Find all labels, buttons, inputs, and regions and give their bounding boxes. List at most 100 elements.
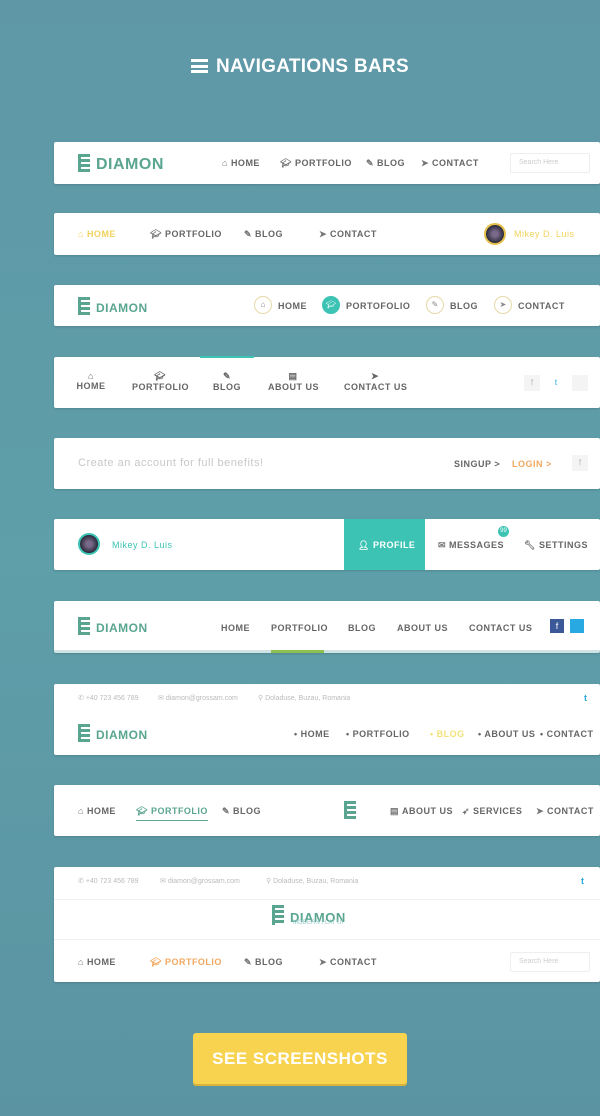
nav-home[interactable]: • HOME	[294, 729, 330, 739]
nav-portfolio[interactable]: PORTOFOLIO	[346, 301, 410, 311]
graduation-cap-icon: 🎓︎	[154, 371, 166, 381]
envelope-icon: ✉	[158, 695, 166, 702]
graduation-cap-icon: 🎓︎	[136, 806, 148, 816]
messages-badge: 99	[498, 526, 509, 537]
home-icon: ⌂	[78, 806, 84, 816]
tab-messages[interactable]: ✉ MESSAGES	[438, 540, 504, 551]
navbar-5: Create an account for full benefits! SIN…	[54, 438, 600, 489]
divider	[54, 899, 600, 900]
nav-contact[interactable]: CONTACT	[518, 301, 565, 311]
nav-about[interactable]: ▤ ABOUT US	[390, 806, 453, 817]
facebook-icon[interactable]: f	[572, 455, 588, 471]
nav-contact[interactable]: ➤ CONTACT	[319, 957, 377, 968]
nav-contact[interactable]: ➤ CONTACT	[319, 229, 377, 240]
nav-about[interactable]: ABOUT US	[397, 623, 448, 633]
logo-icon	[272, 905, 284, 925]
nav-contact[interactable]: ➤ CONTACT	[421, 158, 479, 169]
pencil-icon: ✎	[244, 957, 253, 967]
nav-portfolio[interactable]: PORTFOLIO	[271, 623, 328, 633]
facebook-icon[interactable]: f	[550, 619, 564, 633]
nav-blog[interactable]: ✎ BLOG	[244, 229, 283, 240]
page-title: NAVIGATIONS BARS	[0, 56, 600, 78]
navbar-4: ⌂ HOME 🎓︎ PORTFOLIO ✎ BLOG ▤ ABOUT US ➤ CONTA…	[54, 356, 600, 408]
search-input[interactable]: Search Here	[510, 153, 590, 173]
user-name[interactable]: Mikey D. Luis	[514, 229, 575, 239]
nav-blog[interactable]: ✎ BLOG	[366, 158, 405, 169]
active-indicator	[271, 650, 324, 653]
nav-portfolio[interactable]: 🎓︎ PORTFOLIO	[150, 229, 222, 240]
email[interactable]: ✉ diamon@grossam.com	[160, 877, 240, 885]
nav-portfolio[interactable]: • PORTFOLIO	[346, 729, 410, 739]
twitter-icon[interactable]	[570, 619, 584, 633]
navbar-10: ✆ +40 723 456 789 ✉ diamon@grossam.com ⚲…	[54, 867, 600, 982]
navbar-7: DIAMON HOME PORTFOLIO BLOG ABOUT US CONT…	[54, 601, 600, 653]
active-indicator	[200, 356, 254, 358]
email[interactable]: ✉ diamon@grossam.com	[158, 694, 238, 702]
signup-prompt: Create an account for full benefits!	[78, 457, 264, 469]
user-name[interactable]: Mikey D. Luis	[112, 540, 173, 550]
social-icon[interactable]	[572, 375, 588, 391]
twitter-icon[interactable]: t	[584, 693, 588, 703]
nav-contact[interactable]: • CONTACT	[540, 729, 593, 739]
graduation-cap-icon: 🎓︎	[322, 296, 340, 314]
nav-blog[interactable]: • BLOG	[430, 729, 465, 739]
nav-contact[interactable]: CONTACT US	[469, 623, 532, 633]
avatar[interactable]	[484, 223, 506, 245]
address: ⚲ Doladuse, Buzau, Romania	[258, 695, 351, 702]
logo-icon	[78, 154, 90, 172]
facebook-icon[interactable]: f	[524, 375, 540, 391]
navbar-8: ✆ +40 723 456 789 ✉ diamon@grossam.com ⚲…	[54, 684, 600, 755]
pencil-icon: ✎	[426, 296, 444, 314]
book-icon: ▤	[288, 371, 298, 381]
home-icon: ⌂	[78, 229, 84, 239]
tab-profile[interactable]: 👤︎ PROFILE	[344, 519, 425, 570]
phone-icon: ✆	[78, 878, 86, 885]
twitter-icon[interactable]: t	[548, 375, 564, 391]
logo: DIAMON	[78, 724, 148, 742]
nav-blog[interactable]: ✎ BLOG	[222, 806, 261, 817]
nav-blog[interactable]: BLOG	[450, 301, 478, 311]
phone: ✆ +40 723 456 789	[78, 878, 139, 885]
nav-blog[interactable]: ✎ BLOG	[212, 371, 242, 392]
nav-home[interactable]: ⌂ HOME	[78, 806, 116, 816]
pencil-icon: ✎	[244, 229, 253, 239]
nav-portfolio[interactable]: 🎓︎ PORTFOLIO	[280, 158, 352, 169]
nav-home[interactable]: ⌂ HOME	[76, 371, 106, 391]
nav-contact[interactable]: ➤ CONTACT US	[344, 371, 407, 392]
nav-contact[interactable]: ➤ CONTACT	[536, 806, 594, 817]
logo-icon	[78, 724, 90, 742]
user-icon: 👤︎	[358, 540, 370, 550]
nav-home[interactable]: ⌂ HOME	[78, 229, 116, 239]
logo: DIAMON	[78, 617, 148, 635]
logo-icon	[344, 801, 362, 821]
nav-blog[interactable]: BLOG	[348, 623, 376, 633]
nav-portfolio[interactable]: 🎓︎ PORTFOLIO	[150, 957, 222, 968]
nav-home[interactable]: HOME	[278, 301, 307, 311]
nav-home[interactable]: ⌂ HOME	[78, 957, 116, 967]
navbar-2: ⌂ HOME 🎓︎ PORTFOLIO ✎ BLOG ➤ CONTACT Mikey D…	[54, 213, 600, 255]
navbar-1: DIAMON ⌂ HOME 🎓︎ PORTFOLIO ✎ BLOG ➤ CONTACT …	[54, 142, 600, 184]
tab-settings[interactable]: 🔧︎ SETTINGS	[524, 540, 588, 551]
nav-portfolio[interactable]: 🎓︎ PORTFOLIO	[136, 806, 208, 821]
see-screenshots-button[interactable]: SEE SCREENSHOTS	[193, 1033, 407, 1084]
nav-about[interactable]: ▤ ABOUT US	[268, 371, 319, 392]
divider	[54, 939, 600, 940]
nav-home[interactable]: ⌂ HOME	[222, 158, 260, 168]
nav-about[interactable]: • ABOUT US	[478, 729, 535, 739]
avatar[interactable]	[78, 533, 100, 555]
signup-link[interactable]: SINGUP >	[454, 459, 500, 469]
nav-blog[interactable]: ✎ BLOG	[244, 957, 283, 968]
login-link[interactable]: LOGIN >	[512, 459, 552, 469]
paper-plane-icon: ➤	[370, 371, 380, 381]
nav-services[interactable]: ➶ SERVICES	[462, 806, 522, 817]
wrench-icon: 🔧︎	[524, 540, 536, 550]
pencil-icon: ✎	[366, 158, 375, 168]
nav-portfolio[interactable]: 🎓︎ PORTFOLIO	[132, 371, 189, 392]
graduation-cap-icon: 🎓︎	[150, 229, 162, 239]
search-input[interactable]: Search Here	[510, 952, 590, 972]
nav-home[interactable]: HOME	[221, 623, 250, 633]
menu-icon	[190, 59, 208, 73]
paper-plane-icon: ➤	[319, 229, 328, 239]
phone: ✆ +40 723 456 789	[78, 695, 139, 702]
twitter-icon[interactable]: t	[581, 876, 585, 886]
